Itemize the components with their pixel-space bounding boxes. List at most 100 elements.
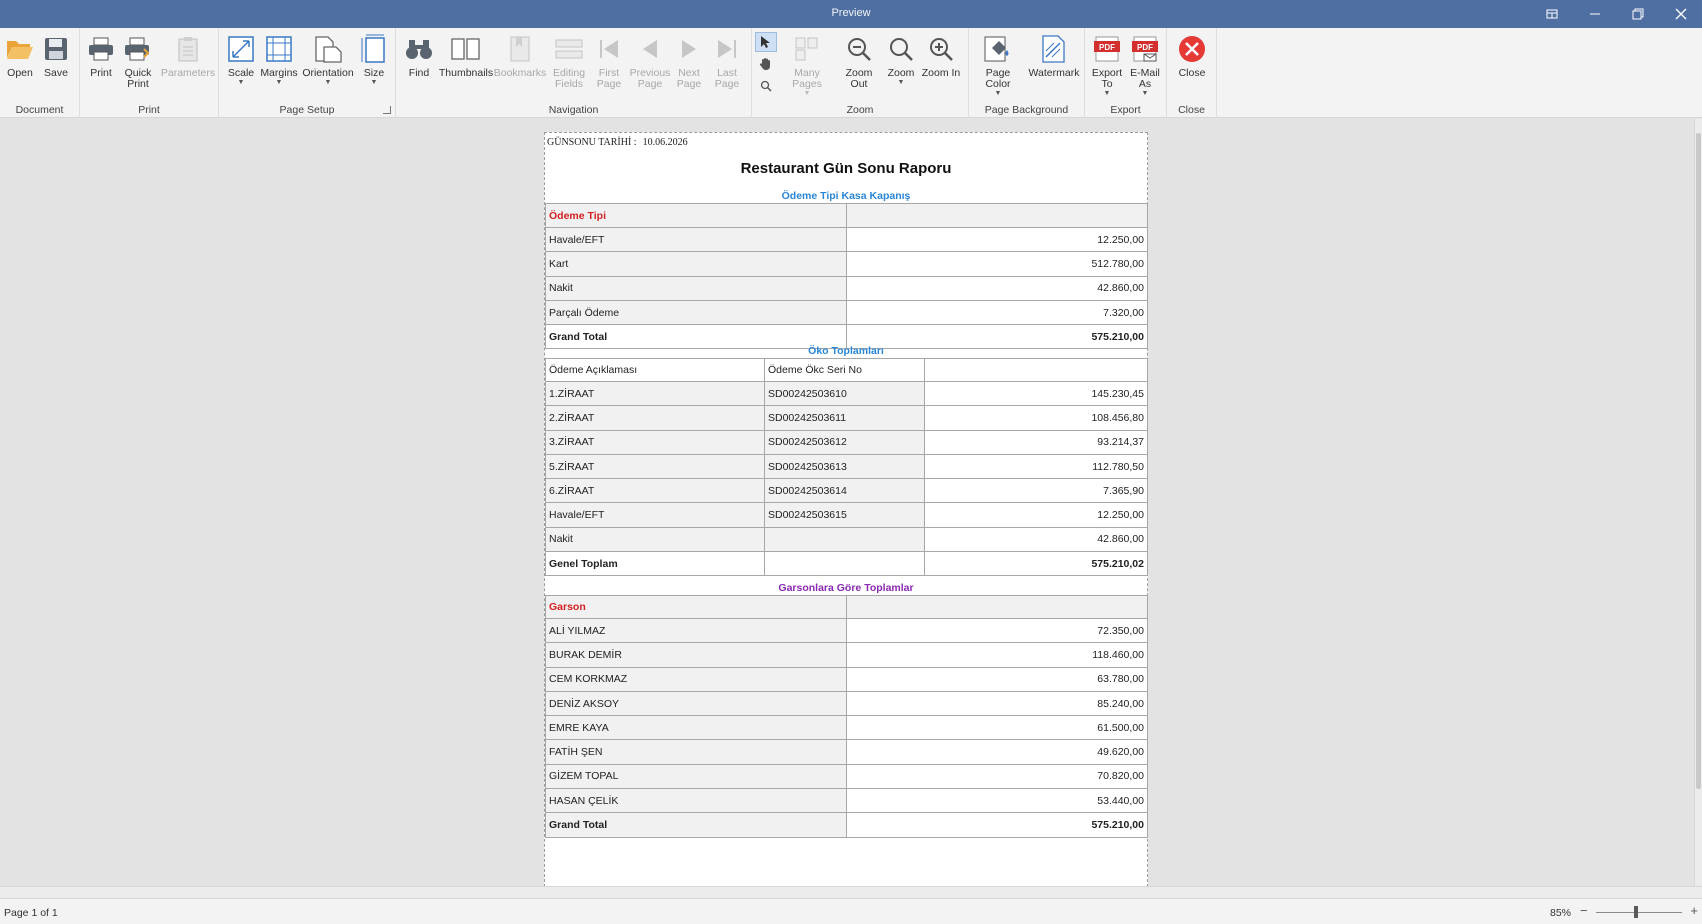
window-controls: [1530, 0, 1702, 28]
general-total-value: 575.210,02: [924, 551, 1148, 577]
group-label-close: Close: [1178, 104, 1205, 116]
zoom-button[interactable]: Zoom ▼: [886, 34, 916, 86]
layout-button[interactable]: [1530, 0, 1573, 28]
table-row: Havale/EFT 12.250,00: [545, 226, 1148, 253]
oko-desc: 5.ZİRAAT: [545, 453, 765, 480]
payment-value: 7.320,00: [846, 299, 1148, 326]
size-button[interactable]: Size ▼: [359, 34, 389, 86]
scale-button[interactable]: Scale ▼: [226, 34, 256, 86]
bookmarks-button[interactable]: Bookmarks: [494, 34, 546, 79]
grand-total-row: Grand Total 575.210,00: [545, 812, 1148, 838]
payment-label: Nakit: [545, 275, 847, 301]
email-as-button[interactable]: PDF E-Mail As ▼: [1127, 34, 1163, 97]
page-color-button[interactable]: Page Color ▼: [973, 34, 1023, 97]
zoom-slider[interactable]: − +: [1580, 903, 1698, 919]
close-icon: [1675, 8, 1686, 20]
many-pages-button[interactable]: Many Pages ▼: [778, 34, 836, 97]
report-date-header: GÜNSONU TARİHİ : 10.06.2026: [547, 137, 688, 148]
pdf-label: PDF: [1099, 43, 1115, 52]
thumbnails-button[interactable]: Thumbnails: [439, 34, 493, 79]
chevron-down-icon: ▼: [275, 79, 283, 86]
oko-serial: SD00242503610: [764, 380, 925, 407]
waiter-table: Garson ALİ YILMAZ 72.350,00 BURAK DEMİR 11…: [545, 595, 1148, 838]
pdf-email-icon: PDF: [1130, 34, 1160, 64]
table-row: 2.ZİRAAT SD00242503611 108.456,80: [545, 405, 1148, 431]
zoom-level: 85%: [1550, 907, 1572, 919]
export-to-button[interactable]: PDF Export To ▼: [1089, 34, 1125, 97]
general-total-row: Genel Toplam 575.210,02: [545, 551, 1148, 577]
report-date-label: GÜNSONU TARİHİ :: [547, 137, 637, 148]
group-navigation: Find Thumbnails Bookmarks Editing Fields: [396, 28, 752, 118]
oko-serial: SD00242503614: [764, 478, 925, 504]
last-page-button[interactable]: Last Page: [710, 34, 744, 90]
pointer-tool[interactable]: [755, 32, 777, 52]
table-row: FATİH ŞEN 49.620,00: [545, 739, 1148, 765]
group-label-print: Print: [138, 104, 160, 116]
many-pages-icon: [792, 34, 822, 64]
first-page-button[interactable]: First Page: [592, 34, 626, 90]
find-button[interactable]: Find: [404, 34, 434, 79]
table-header-row: Garson: [545, 595, 1148, 619]
save-button[interactable]: Save: [41, 34, 71, 79]
minimize-icon: [1589, 13, 1600, 15]
margins-icon: [264, 34, 294, 64]
restore-button[interactable]: [1616, 0, 1659, 28]
group-print: Print Quick Print Parameters Print: [80, 28, 219, 118]
oko-value: 12.250,00: [924, 502, 1148, 528]
waiter-name: CEM KORKMAZ: [545, 666, 847, 692]
quick-print-button[interactable]: Quick Print: [120, 34, 156, 90]
watermark-icon: [1039, 34, 1069, 64]
minimize-button[interactable]: [1573, 0, 1616, 28]
table-row: EMRE KAYA 61.500,00: [545, 715, 1148, 741]
table-row: Nakit 42.860,00: [545, 526, 1148, 553]
oko-value: 108.456,80: [924, 405, 1148, 431]
zoom-in-button[interactable]: Zoom In: [920, 34, 962, 79]
payment-value: 512.780,00: [846, 251, 1148, 277]
next-page-icon: [674, 34, 704, 64]
zoom-out-button[interactable]: Zoom Out: [836, 34, 882, 90]
waiter-name: HASAN ÇELİK: [545, 788, 847, 814]
chevron-down-icon: ▼: [897, 79, 905, 86]
page-info: Page 1 of 1: [4, 907, 58, 919]
pdf-export-icon: PDF: [1092, 34, 1122, 64]
grand-total-label: Grand Total: [545, 812, 847, 838]
oko-value: 112.780,50: [924, 453, 1148, 480]
zoom-in-icon: [926, 34, 956, 64]
parameters-button[interactable]: Parameters: [160, 34, 216, 79]
editing-fields-button[interactable]: Editing Fields: [548, 34, 590, 90]
zoom-minus-icon[interactable]: −: [1580, 903, 1588, 918]
hand-tool[interactable]: [755, 54, 777, 74]
scrollbar-thumb[interactable]: [1696, 133, 1701, 789]
print-button[interactable]: Print: [86, 34, 116, 79]
previous-page-button[interactable]: Previous Page: [628, 34, 672, 90]
close-window-button[interactable]: [1659, 0, 1702, 28]
zoom-plus-icon[interactable]: +: [1690, 903, 1698, 918]
magnifier-tool[interactable]: [755, 76, 777, 96]
preview-workspace[interactable]: GÜNSONU TARİHİ : 10.06.2026 Restaurant Gü…: [0, 119, 1694, 886]
waiter-name: DENİZ AKSOY: [545, 690, 847, 717]
margins-button[interactable]: Margins ▼: [260, 34, 298, 86]
next-page-button[interactable]: Next Page: [672, 34, 706, 90]
chevron-down-icon: ▼: [237, 79, 245, 86]
report-title: Restaurant Gün Sonu Raporu: [740, 160, 952, 177]
table-row: 3.ZİRAAT SD00242503612 93.214,37: [545, 429, 1148, 455]
horizontal-scrollbar[interactable]: [0, 886, 1702, 898]
orientation-button[interactable]: Orientation ▼: [301, 34, 355, 86]
report-page: GÜNSONU TARİHİ : 10.06.2026 Restaurant Gü…: [544, 132, 1148, 886]
scale-icon: [226, 34, 256, 64]
watermark-button[interactable]: Watermark: [1027, 34, 1081, 79]
group-label-navigation: Navigation: [548, 104, 599, 116]
chevron-down-icon: ▼: [1103, 90, 1111, 97]
oko-serial: [764, 526, 925, 553]
payment-value: 42.860,00: [846, 275, 1148, 301]
oko-value: 7.365,90: [924, 478, 1148, 504]
last-page-icon: [712, 34, 742, 64]
table-row: HASAN ÇELİK 53.440,00: [545, 788, 1148, 814]
group-close: Close Close: [1167, 28, 1217, 118]
oko-col-description: Ödeme Açıklaması: [545, 358, 765, 382]
zoom-slider-knob[interactable]: [1634, 906, 1638, 918]
quick-printer-icon: [123, 34, 153, 64]
vertical-scrollbar[interactable]: [1694, 119, 1702, 886]
open-button[interactable]: Open: [5, 34, 35, 79]
close-preview-button[interactable]: Close: [1175, 34, 1209, 79]
